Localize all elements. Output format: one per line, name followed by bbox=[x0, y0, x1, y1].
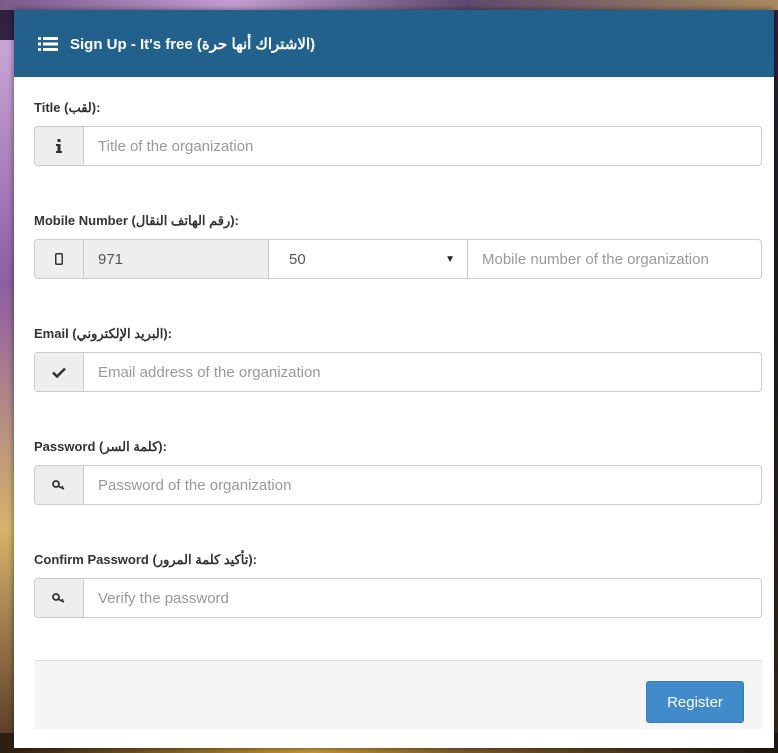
list-icon bbox=[38, 36, 58, 51]
mobile-group: Mobile Number (رقم الهاتف النقال): 971 5… bbox=[34, 213, 762, 279]
title-input-group: Title of the organization bbox=[34, 126, 762, 166]
password-input[interactable]: Password of the organization bbox=[84, 466, 761, 504]
title-input[interactable]: Title of the organization bbox=[84, 127, 761, 165]
password-group: Password (كلمة السر): Password of the or… bbox=[34, 439, 762, 505]
confirm-password-label: Confirm Password (تأكيد كلمة المرور): bbox=[34, 552, 258, 567]
email-input-group: Email address of the organization bbox=[34, 352, 762, 392]
confirm-password-input-group: Verify the password bbox=[34, 578, 762, 618]
confirm-password-group: Confirm Password (تأكيد كلمة المرور): Ve… bbox=[34, 552, 762, 618]
signup-panel: Sign Up - It's free (الاشتراك أنها حرة) … bbox=[14, 10, 774, 748]
mobile-prefix-select[interactable]: 50 ▼ bbox=[269, 240, 468, 278]
register-button[interactable]: Register bbox=[646, 681, 744, 723]
panel-heading: Sign Up - It's free (الاشتراك أنها حرة) bbox=[14, 10, 774, 77]
email-input[interactable]: Email address of the organization bbox=[84, 353, 761, 391]
title-group: Title (لقب): Title of the organization bbox=[34, 100, 762, 166]
info-icon bbox=[35, 127, 84, 165]
confirm-password-input[interactable]: Verify the password bbox=[84, 579, 761, 617]
mobile-label: Mobile Number (رقم الهاتف النقال): bbox=[34, 213, 239, 228]
background-top bbox=[0, 0, 778, 10]
mobile-icon bbox=[35, 240, 84, 278]
mobile-input-group: 971 50 ▼ Mobile number of the organizati… bbox=[34, 239, 762, 279]
email-group: Email (البريد الإلكتروني): Email address… bbox=[34, 326, 762, 392]
caret-down-icon: ▼ bbox=[445, 253, 455, 265]
mobile-prefix-value: 50 bbox=[289, 250, 306, 268]
key-icon bbox=[35, 579, 84, 617]
title-label: Title (لقب): bbox=[34, 100, 101, 115]
check-icon bbox=[35, 353, 84, 391]
background-left bbox=[0, 40, 14, 740]
password-label: Password (كلمة السر): bbox=[34, 439, 167, 454]
panel-title: Sign Up - It's free (الاشتراك أنها حرة) bbox=[70, 35, 316, 53]
country-code: 971 bbox=[84, 240, 269, 278]
form-footer: Register bbox=[34, 660, 762, 729]
mobile-input[interactable]: Mobile number of the organization bbox=[468, 240, 761, 278]
email-label: Email (البريد الإلكتروني): bbox=[34, 326, 173, 341]
key-icon bbox=[35, 466, 84, 504]
password-input-group: Password of the organization bbox=[34, 465, 762, 505]
